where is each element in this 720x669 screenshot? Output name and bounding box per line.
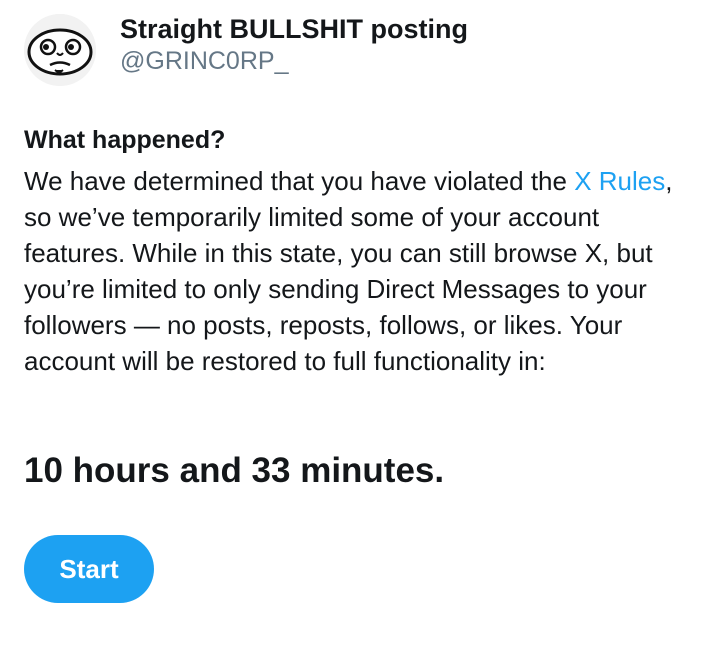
notice-text-before-link: We have determined that you have violate… (24, 166, 575, 196)
face-avatar-icon (24, 14, 96, 86)
profile-header: Straight BULLSHIT posting @GRINC0RP_ (24, 14, 468, 86)
user-info: Straight BULLSHIT posting @GRINC0RP_ (120, 13, 468, 77)
restriction-countdown: 10 hours and 33 minutes. (24, 451, 445, 490)
user-handle[interactable]: @GRINC0RP_ (120, 45, 468, 77)
notice-text-after-link: , so we’ve temporarily limited some of y… (24, 166, 673, 376)
notice-message: We have determined that you have violate… (24, 163, 694, 379)
notice-title: What happened? (24, 126, 226, 154)
x-rules-link[interactable]: X Rules (574, 166, 665, 196)
avatar[interactable] (24, 14, 96, 86)
display-name[interactable]: Straight BULLSHIT posting (120, 13, 468, 45)
start-button[interactable]: Start (24, 535, 154, 603)
